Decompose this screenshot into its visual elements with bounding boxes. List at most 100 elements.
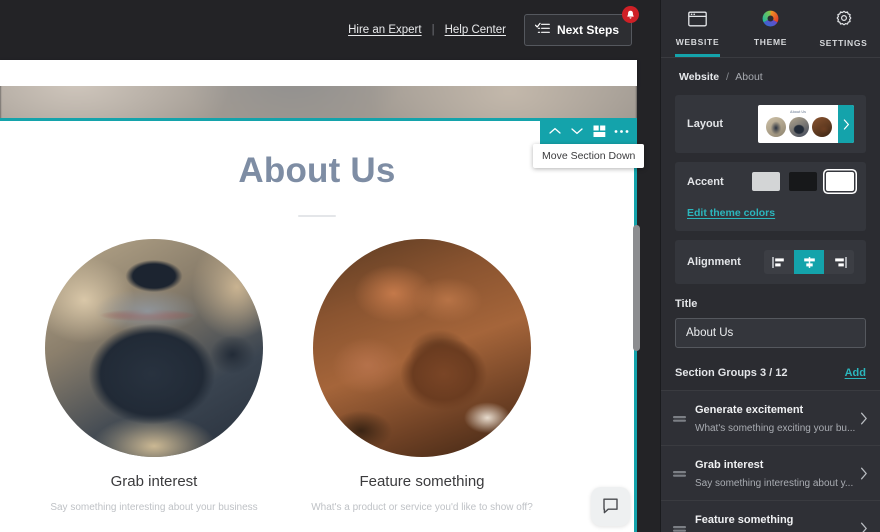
align-left-icon <box>771 256 784 268</box>
section-group-row[interactable]: Generate excitement What's something exc… <box>661 390 880 445</box>
drag-handle-icon[interactable] <box>673 524 686 532</box>
alignment-button-group <box>764 250 854 274</box>
about-card[interactable]: Grab interest Say something interesting … <box>24 239 284 518</box>
thumb-circle-3 <box>812 117 832 137</box>
align-right-button[interactable] <box>824 250 854 274</box>
accent-swatch-light-gray[interactable] <box>752 172 780 191</box>
heading-divider <box>298 215 336 217</box>
align-left-button[interactable] <box>764 250 794 274</box>
hero-background-image <box>0 86 637 118</box>
next-steps-button[interactable]: Next Steps <box>523 14 632 46</box>
topbar-separator: | <box>431 24 435 36</box>
about-section-selected[interactable]: About Us Grab interest Say something int… <box>0 118 637 532</box>
move-section-down-button[interactable] <box>567 121 587 141</box>
tab-settings[interactable]: SETTINGS <box>807 0 880 57</box>
section-group-subtitle: Say something interesting about y... <box>695 478 854 489</box>
notification-bell-badge[interactable] <box>622 6 639 23</box>
layout-next-arrow[interactable] <box>838 105 854 143</box>
gear-icon <box>835 10 853 33</box>
panel-tabs: WEBSITE THEME SETTINGS <box>661 0 880 57</box>
hire-an-expert-link[interactable]: Hire an Expert <box>348 24 422 36</box>
layout-grid-icon <box>593 125 606 137</box>
drag-handle-icon[interactable] <box>673 414 686 423</box>
website-builder-app: Hire an Expert | Help Center Next Steps … <box>0 0 880 532</box>
thumb-circle-2 <box>789 117 809 137</box>
editor-topbar: Hire an Expert | Help Center Next Steps <box>0 0 660 60</box>
chevron-right-icon[interactable] <box>860 467 868 480</box>
title-input[interactable] <box>675 318 866 348</box>
section-group-text: Feature something What's a product or se… <box>695 510 851 532</box>
chevron-up-icon <box>549 127 561 134</box>
chevron-right-icon <box>843 118 849 130</box>
section-group-text: Grab interest Say something interesting … <box>695 455 854 491</box>
section-more-options-button[interactable] <box>612 121 632 141</box>
section-toolbar <box>540 118 637 144</box>
breadcrumb-root[interactable]: Website <box>679 71 719 83</box>
chevron-right-icon[interactable] <box>860 522 868 532</box>
editor-side-panel: WEBSITE THEME SETTINGS Website / About L… <box>660 0 880 532</box>
card-title: Feature something <box>359 473 485 490</box>
next-steps-wrapper: Next Steps <box>523 6 639 46</box>
breadcrumb: Website / About <box>661 58 880 95</box>
next-steps-label: Next Steps <box>556 23 619 37</box>
topbar-links: Hire an Expert | Help Center <box>348 24 506 36</box>
layout-field[interactable]: Layout About Us <box>675 95 866 153</box>
layout-thumbnail[interactable]: About Us <box>758 105 854 143</box>
accent-swatches <box>752 172 854 191</box>
page-header-strip <box>0 60 637 86</box>
chat-support-button[interactable] <box>591 487 630 526</box>
layout-thumbnail-title: About Us <box>790 110 806 114</box>
align-center-button[interactable] <box>794 250 824 274</box>
chevron-right-icon[interactable] <box>860 412 868 425</box>
help-center-link[interactable]: Help Center <box>445 24 506 36</box>
alignment-label: Alignment <box>687 256 741 268</box>
teapot-image <box>45 239 263 457</box>
section-groups-label: Section Groups 3 / 12 <box>675 367 788 379</box>
section-groups-header: Section Groups 3 / 12 Add <box>661 348 880 390</box>
layout-label: Layout <box>687 118 724 130</box>
move-section-up-button[interactable] <box>545 121 565 141</box>
color-wheel-icon <box>762 10 779 32</box>
card-photo-teapot <box>45 239 263 457</box>
move-section-down-tooltip: Move Section Down <box>533 144 645 168</box>
tab-theme-label: THEME <box>753 37 788 47</box>
chat-bubble-icon <box>603 498 618 514</box>
accent-swatch-white-selected[interactable] <box>826 172 854 191</box>
card-body: Say something interesting about your bus… <box>50 502 258 513</box>
section-group-row[interactable]: Feature something What's a product or se… <box>661 500 880 532</box>
breadcrumb-current: About <box>735 71 763 83</box>
tab-website[interactable]: WEBSITE <box>661 0 734 57</box>
thumb-circle-1 <box>766 117 786 137</box>
align-right-icon <box>834 256 847 268</box>
chevron-down-icon <box>571 128 584 135</box>
section-groups-add-link[interactable]: Add <box>845 367 866 379</box>
section-layout-button[interactable] <box>590 121 610 141</box>
section-group-row[interactable]: Grab interest Say something interesting … <box>661 445 880 500</box>
card-photo-pottery-hands <box>313 239 531 457</box>
section-group-name: Grab interest <box>695 459 764 471</box>
alignment-field: Alignment <box>675 240 866 284</box>
layout-thumbnail-circles <box>762 117 836 137</box>
edit-theme-colors-link[interactable]: Edit theme colors <box>687 207 775 219</box>
card-body: What's a product or service you'd like t… <box>311 502 533 513</box>
canvas-area: Hire an Expert | Help Center Next Steps … <box>0 0 660 532</box>
align-center-icon <box>803 256 815 268</box>
card-title: Grab interest <box>110 473 198 490</box>
browser-window-icon <box>688 11 707 32</box>
section-group-text: Generate excitement What's something exc… <box>695 400 855 436</box>
tab-settings-label: SETTINGS <box>819 37 868 48</box>
section-group-name: Generate excitement <box>695 404 804 416</box>
tab-theme[interactable]: THEME <box>734 0 807 57</box>
checklist-icon <box>534 22 550 38</box>
title-field-block: Title <box>661 293 880 348</box>
hero-section-sliver[interactable]: Button <box>0 86 637 118</box>
about-cards: Grab interest Say something interesting … <box>0 239 634 518</box>
accent-row: Accent <box>687 172 854 191</box>
section-group-subtitle: What's something exciting your bu... <box>695 423 856 434</box>
canvas-scrollbar[interactable] <box>633 225 640 351</box>
layout-thumbnail-preview: About Us <box>758 105 838 143</box>
accent-swatch-black[interactable] <box>789 172 817 191</box>
drag-handle-icon[interactable] <box>673 469 686 478</box>
about-card[interactable]: Feature something What's a product or se… <box>292 239 552 518</box>
accent-field: Accent Edit theme colors <box>675 162 866 231</box>
